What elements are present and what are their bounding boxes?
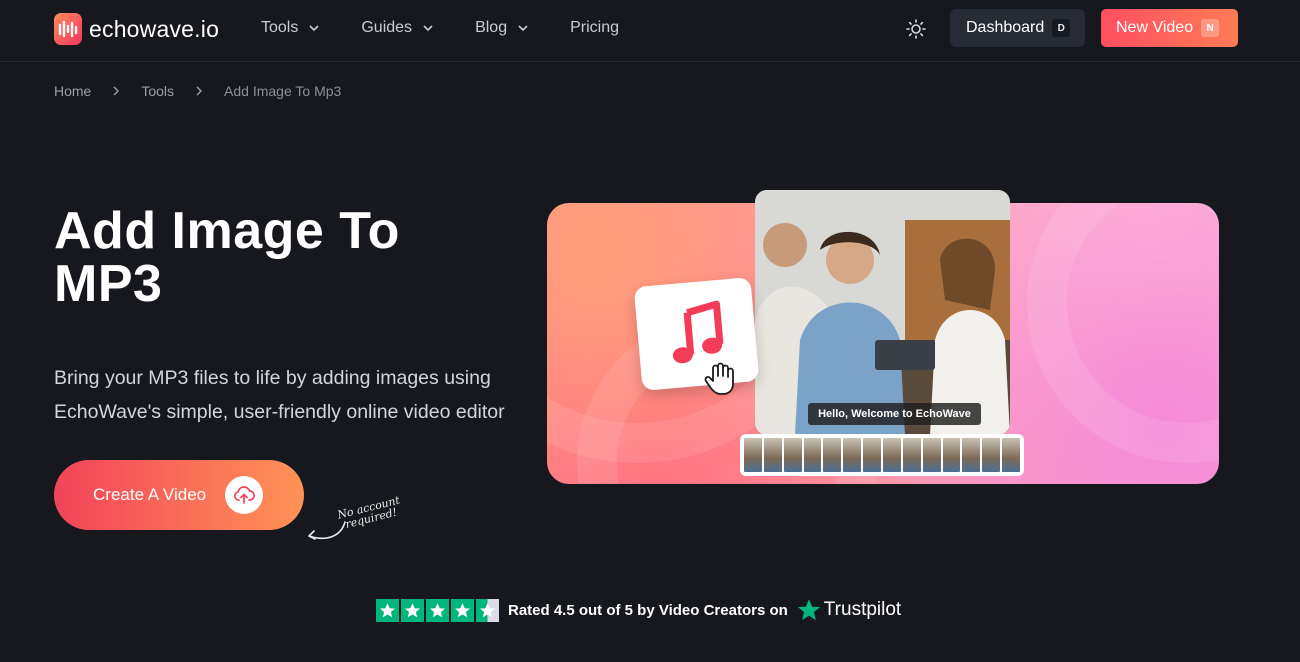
chevron-down-icon: [518, 25, 528, 32]
chevron-down-icon: [423, 25, 433, 32]
no-account-note: No account required!: [336, 494, 403, 532]
timeline-frame: [922, 438, 941, 472]
rating-stars: [376, 598, 499, 622]
dashboard-label: Dashboard: [966, 19, 1045, 36]
timeline-frame: [803, 438, 822, 472]
nav-tools-label: Tools: [261, 19, 299, 36]
video-timeline-filmstrip: [740, 434, 1024, 476]
nav-blog[interactable]: Blog: [475, 19, 530, 37]
timeline-frame: [783, 438, 802, 472]
cloud-upload-icon: [225, 476, 263, 514]
star-icon: [426, 598, 449, 622]
main-nav: Tools Guides Blog Pricing: [261, 19, 659, 37]
dashboard-button[interactable]: Dashboard D: [950, 9, 1085, 47]
page-title: Add Image To MP3: [54, 205, 524, 311]
video-caption: Hello, Welcome to EchoWave: [808, 403, 981, 425]
logo-text: echowave.io: [89, 15, 220, 42]
hero-description-line2: EchoWave's simple, user-friendly online …: [54, 401, 505, 423]
timeline-frame: [883, 438, 901, 472]
trustpilot-rating[interactable]: Rated 4.5 out of 5 by Video Creators on …: [376, 598, 901, 622]
page-title-line1: Add Image To: [54, 202, 400, 260]
page-title-line2: MP3: [54, 255, 163, 313]
nav-blog-label: Blog: [475, 19, 508, 36]
new-video-button[interactable]: New Video N: [1101, 9, 1238, 47]
trustpilot-label: Trustpilot: [823, 599, 902, 620]
music-file-card: [633, 277, 760, 391]
nav-guides[interactable]: Guides: [361, 19, 435, 37]
breadcrumb-tools[interactable]: Tools: [141, 83, 174, 99]
video-preview-image: [755, 190, 1010, 435]
hand-cursor-icon: [704, 362, 734, 395]
nav-tools[interactable]: Tools: [261, 19, 321, 37]
trustpilot-star-icon: [797, 599, 820, 621]
sun-icon[interactable]: [905, 18, 927, 40]
new-video-shortcut-badge: N: [1201, 19, 1220, 37]
logo-icon: [54, 13, 82, 45]
create-video-label: Create A Video: [93, 485, 207, 504]
nav-pricing[interactable]: Pricing: [570, 19, 619, 37]
star-icon: [401, 598, 424, 622]
star-icon: [451, 598, 474, 622]
chevron-right-icon: [113, 86, 120, 96]
timeline-frame: [1002, 438, 1021, 472]
chevron-right-icon: [196, 86, 203, 96]
top-navbar: echowave.io Tools Guides Blog Pricing Da…: [0, 0, 1300, 62]
breadcrumb-current: Add Image To Mp3: [224, 83, 342, 99]
logo[interactable]: echowave.io: [54, 13, 219, 45]
star-half-icon: [476, 598, 499, 622]
chevron-down-icon: [309, 25, 319, 32]
rating-text: Rated 4.5 out of 5 by Video Creators on: [508, 601, 788, 619]
timeline-frame: [763, 438, 782, 472]
timeline-frame: [982, 438, 1001, 472]
new-video-label: New Video: [1116, 19, 1194, 36]
create-video-button[interactable]: Create A Video: [54, 460, 304, 530]
timeline-frame: [962, 438, 981, 472]
nav-guides-label: Guides: [361, 19, 413, 36]
hero-description: Bring your MP3 files to life by adding i…: [54, 361, 524, 429]
music-note-icon: [672, 300, 723, 364]
hero-description-line1: Bring your MP3 files to life by adding i…: [54, 367, 491, 389]
timeline-frame: [863, 438, 882, 472]
breadcrumb-home[interactable]: Home: [54, 83, 91, 99]
timeline-frame: [823, 438, 842, 472]
banner-decor-ring: [1027, 203, 1219, 463]
timeline-frame: [942, 438, 961, 472]
star-icon: [376, 598, 399, 622]
timeline-frame: [744, 438, 762, 472]
dashboard-shortcut-badge: D: [1052, 19, 1071, 37]
timeline-frame: [843, 438, 862, 472]
trustpilot-logo: Trustpilot: [797, 598, 901, 622]
breadcrumb: Home Tools Add Image To Mp3: [54, 83, 341, 99]
timeline-frame: [902, 438, 921, 472]
nav-pricing-label: Pricing: [570, 19, 619, 36]
